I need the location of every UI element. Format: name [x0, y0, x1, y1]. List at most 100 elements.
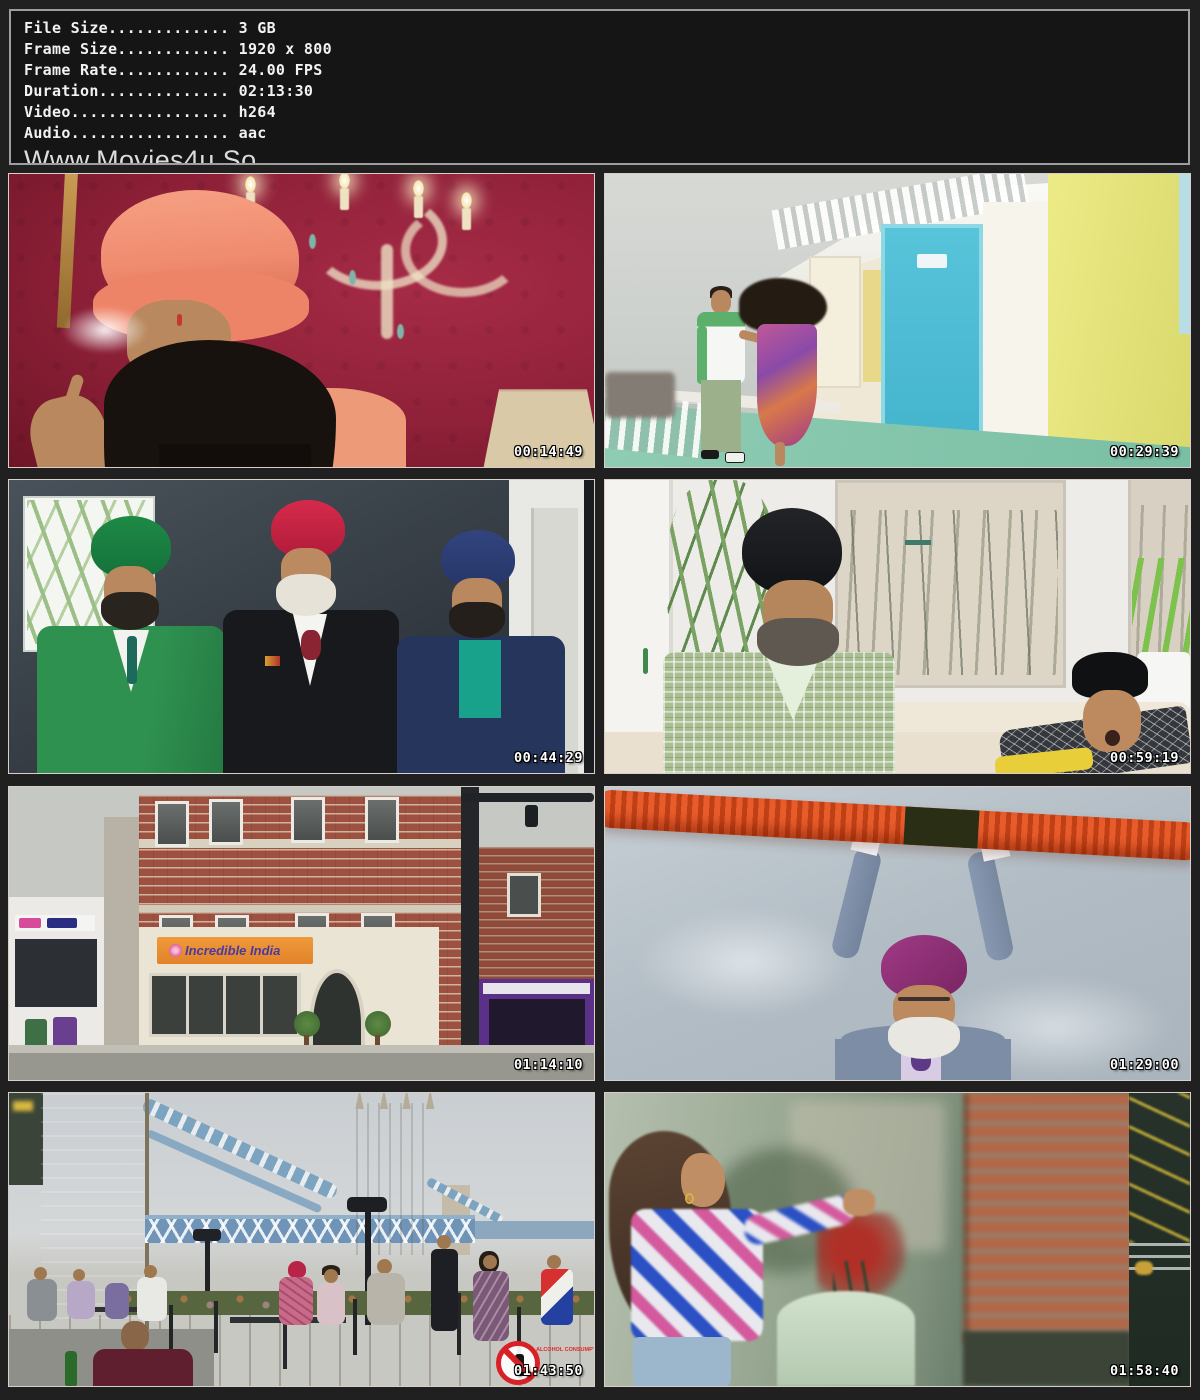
- dark-beard: [449, 602, 505, 638]
- side-building: [104, 817, 142, 1052]
- foreground-man: [93, 1349, 193, 1386]
- window: [209, 799, 243, 845]
- suspension-cable: [141, 1097, 339, 1200]
- window: [507, 873, 541, 917]
- pipe-coupling-band: [903, 806, 979, 848]
- screenshot-4[interactable]: 00:59:19: [604, 479, 1191, 774]
- candle: [414, 196, 423, 218]
- door-number-plate: [917, 254, 947, 268]
- seated-woman: [317, 1283, 345, 1325]
- white-beard: [276, 574, 336, 616]
- foreground-man-head: [121, 1321, 149, 1351]
- timestamp-overlay: 01:43:50: [514, 1363, 583, 1379]
- blue-jeans: [633, 1337, 731, 1386]
- cafe-chair: [214, 1301, 218, 1353]
- screenshot-2[interactable]: 00:29:39: [604, 173, 1191, 468]
- shop-sign: [483, 983, 590, 994]
- timestamp-overlay: 00:44:29: [514, 750, 583, 766]
- glass-ornament: [309, 234, 316, 249]
- screenshot-5[interactable]: Incredible India 01:14:10: [8, 786, 595, 1081]
- pale-green-planter: [777, 1291, 915, 1386]
- man-head: [711, 290, 731, 314]
- glass-ornament: [397, 324, 404, 339]
- tilak-mark: [177, 314, 182, 326]
- seated-person: [27, 1279, 57, 1321]
- alcohol-warning-text: ALCOHOL CONSUMPTION IS INJURI: [536, 1347, 594, 1354]
- colorblock-shirt-man: [541, 1269, 573, 1325]
- timestamp-overlay: 00:29:39: [1110, 444, 1179, 460]
- painting-texture: [843, 510, 1058, 675]
- person-head: [377, 1259, 392, 1274]
- media-info-line: Frame Size............ 1920 x 800: [24, 39, 1188, 60]
- blurred-brick-pillar: [963, 1093, 1137, 1343]
- street-pole: [461, 787, 479, 1080]
- ceiling-light-streaks: [1129, 1093, 1190, 1243]
- maroon-cravat: [301, 630, 321, 660]
- media-info-page: File Size............. 3 GB Frame Size..…: [0, 0, 1200, 1400]
- cafe-chair: [169, 1305, 173, 1349]
- sneaker: [725, 452, 745, 463]
- media-info-line: File Size............. 3 GB: [24, 18, 1188, 39]
- maroon-turban: [288, 1261, 306, 1278]
- white-pillar: [983, 202, 1048, 467]
- screenshot-8[interactable]: 01:58:40: [604, 1092, 1191, 1387]
- media-info-line: Audio................. aac: [24, 123, 1188, 144]
- window: [291, 797, 325, 843]
- media-info-line: Frame Rate............ 24.00 FPS: [24, 60, 1188, 81]
- cloud: [635, 907, 855, 1017]
- road: [9, 1053, 594, 1080]
- person-head: [324, 1269, 338, 1283]
- person-head: [73, 1269, 85, 1281]
- hoop-earring: [685, 1193, 694, 1204]
- sneaker: [701, 450, 719, 459]
- pink-outfit-man: [279, 1277, 313, 1325]
- flower-logo-icon: [169, 944, 182, 957]
- sign-mark: [47, 918, 77, 928]
- candle-flame: [461, 192, 472, 209]
- woman-leg: [775, 442, 785, 466]
- distant-town: [605, 372, 675, 418]
- screenshot-6[interactable]: 01:29:00: [604, 786, 1191, 1081]
- shop-window: [15, 939, 97, 1007]
- screenshot-3[interactable]: 00:44:29: [8, 479, 595, 774]
- seated-woman: [473, 1271, 509, 1341]
- screenshot-7[interactable]: ALCOHOL CONSUMPTION IS INJURI 01:43:50: [8, 1092, 595, 1387]
- glass-ornament: [349, 270, 356, 285]
- stone-band: [139, 905, 464, 912]
- sign-mark: [19, 918, 41, 928]
- restaurant-sign-text: Incredible India: [185, 941, 280, 960]
- streetlamp-arm: [461, 793, 594, 802]
- cafe-chair: [353, 1299, 357, 1355]
- patterned-dress: [757, 324, 817, 446]
- person-head: [437, 1235, 451, 1249]
- media-info-line: Duration.............. 02:13:30: [24, 81, 1188, 102]
- lamp-head: [193, 1229, 221, 1241]
- teal-shirt: [459, 640, 501, 718]
- media-info-panel: File Size............. 3 GB Frame Size..…: [9, 9, 1190, 165]
- timestamp-overlay: 01:58:40: [1110, 1363, 1179, 1379]
- topiary-tree: [294, 1011, 320, 1037]
- pocket-square: [265, 656, 280, 666]
- hand: [843, 1189, 875, 1216]
- candle-flame: [413, 180, 424, 197]
- doorway-shadow: [584, 480, 594, 773]
- raised-arm: [966, 849, 1015, 962]
- beard-tail: [159, 444, 311, 468]
- timestamp-overlay: 01:29:00: [1110, 1057, 1179, 1073]
- timestamp-overlay: 01:14:10: [514, 1057, 583, 1073]
- site-watermark: Www.Movies4u.So: [24, 145, 1188, 165]
- open-mouth: [1105, 730, 1120, 746]
- person-head: [144, 1265, 157, 1278]
- sky-sliver: [1179, 174, 1190, 334]
- table-leg: [283, 1323, 287, 1369]
- painting-accent: [905, 540, 931, 545]
- shop-window: [489, 999, 585, 1047]
- distant-figure: [1135, 1261, 1153, 1275]
- screenshot-1[interactable]: 00:14:49: [8, 173, 595, 468]
- window-light: [13, 1101, 33, 1111]
- orange-ribbed-pipe: [604, 789, 1191, 861]
- hoodie-man: [367, 1273, 405, 1325]
- eyeglasses: [898, 997, 950, 1001]
- door-handle: [643, 648, 648, 674]
- green-bottle: [65, 1351, 77, 1386]
